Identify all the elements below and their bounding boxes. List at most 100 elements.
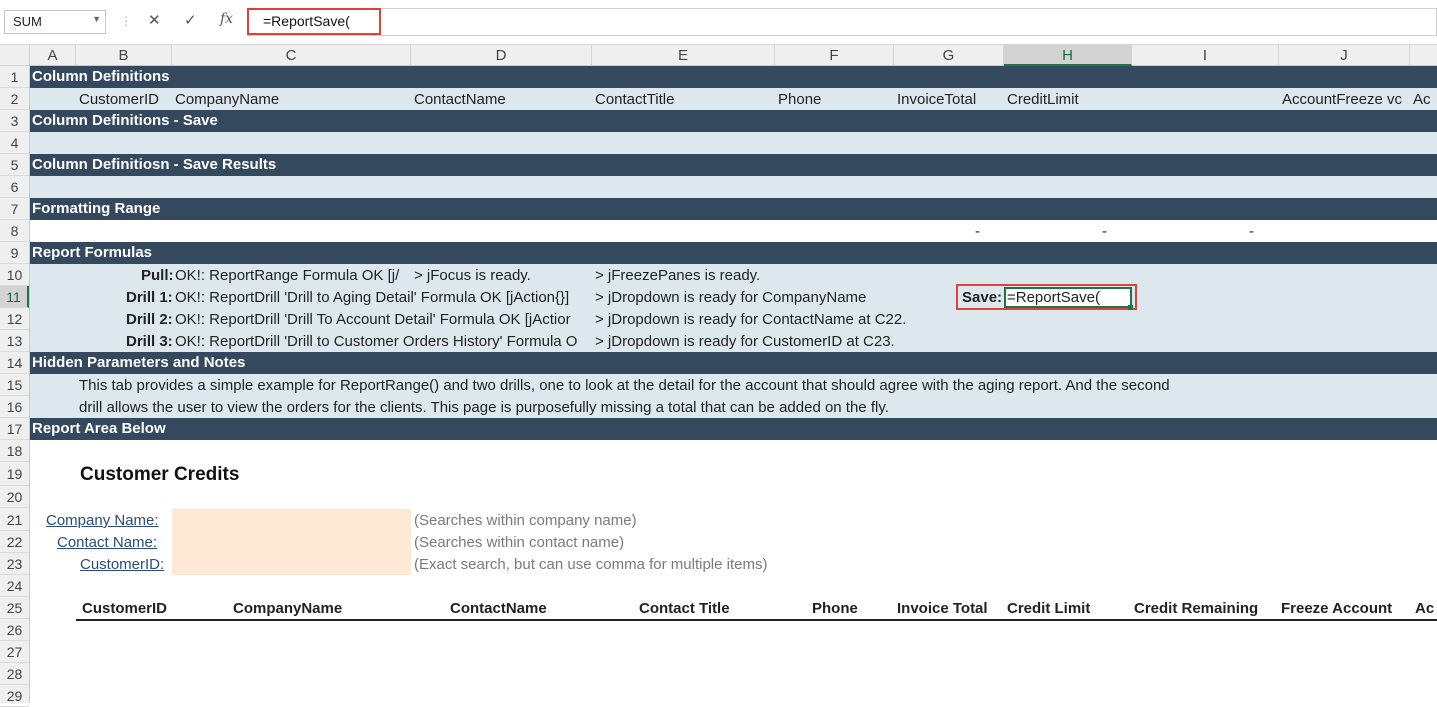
table-header-overflow[interactable]: Ac	[1415, 600, 1434, 617]
table-header-credit-limit[interactable]: Credit Limit	[1007, 600, 1090, 617]
col-def-accountfreeze[interactable]: AccountFreeze vc	[1282, 91, 1402, 108]
col-def-overflow[interactable]: Ac	[1413, 91, 1431, 108]
column-header-a[interactable]: A	[30, 45, 76, 66]
row-header[interactable]: 29	[0, 685, 29, 707]
row-header[interactable]: 28	[0, 663, 29, 685]
row-header[interactable]: 12	[0, 308, 29, 330]
row-header[interactable]: 27	[0, 641, 29, 663]
notes-line-1[interactable]: This tab provides a simple example for R…	[79, 377, 1170, 394]
company-name-input[interactable]	[172, 509, 411, 531]
table-header-freeze-account[interactable]: Freeze Account	[1281, 600, 1392, 617]
row-header[interactable]: 5	[0, 154, 29, 176]
section-title: Column Definitions	[32, 68, 170, 85]
section-band: Report Area Below	[30, 418, 1437, 440]
section-title: Column Definitiosn - Save Results	[32, 156, 277, 173]
drill3-status[interactable]: OK!: ReportDrill 'Drill to Customer Orde…	[175, 333, 593, 350]
table-header-customerid[interactable]: CustomerID	[82, 600, 167, 617]
col-def-companyname[interactable]: CompanyName	[175, 91, 279, 108]
section-band: Column Definitiosn - Save Results	[30, 154, 1437, 176]
row-header[interactable]: 16	[0, 396, 29, 418]
row-header[interactable]: 4	[0, 132, 29, 154]
name-box-value: SUM	[13, 14, 42, 29]
formula-highlight-box	[247, 8, 381, 35]
name-box[interactable]: SUM ▼	[4, 10, 106, 34]
format-dash-h[interactable]: -	[1102, 223, 1107, 240]
table-header-phone[interactable]: Phone	[812, 600, 858, 617]
cancel-icon[interactable]: ✕	[148, 11, 161, 29]
table-header-contactname[interactable]: ContactName	[450, 600, 547, 617]
empty-band-row	[30, 176, 1437, 198]
column-header-f[interactable]: F	[775, 45, 894, 66]
row-header[interactable]: 10	[0, 264, 29, 286]
customerid-link[interactable]: CustomerID:	[80, 556, 164, 573]
row-header[interactable]: 14	[0, 352, 29, 374]
customerid-input[interactable]	[172, 553, 411, 575]
section-title: Formatting Range	[32, 200, 161, 217]
drill1-status[interactable]: OK!: ReportDrill 'Drill to Aging Detail'…	[175, 289, 593, 306]
drill2-status[interactable]: OK!: ReportDrill 'Drill To Account Detai…	[175, 311, 593, 328]
column-header-b[interactable]: B	[76, 45, 172, 66]
drag-handle-icon[interactable]: ⋮	[120, 14, 132, 28]
section-band: Hidden Parameters and Notes	[30, 352, 1437, 374]
insert-function-icon[interactable]: fx	[220, 11, 233, 27]
col-def-creditlimit[interactable]: CreditLimit	[1007, 91, 1079, 108]
format-dash-g[interactable]: -	[975, 223, 980, 240]
enter-check-icon[interactable]: ✓	[184, 11, 197, 29]
company-name-link[interactable]: Company Name:	[46, 512, 159, 529]
column-header-i[interactable]: I	[1132, 45, 1279, 66]
row-header[interactable]: 1	[0, 66, 29, 88]
contact-name-link[interactable]: Contact Name:	[57, 534, 157, 551]
table-header-contact-title[interactable]: Contact Title	[639, 600, 730, 617]
drill1-dropdown-status[interactable]: > jDropdown is ready for CompanyName	[595, 289, 866, 306]
col-def-customerid[interactable]: CustomerID	[79, 91, 159, 108]
col-def-invoicetotal[interactable]: InvoiceTotal	[897, 91, 976, 108]
pull-status[interactable]: OK!: ReportRange Formula OK [j/	[175, 267, 412, 284]
section-title: Hidden Parameters and Notes	[32, 354, 246, 371]
empty-band-row	[30, 132, 1437, 154]
table-header-invoice-total[interactable]: Invoice Total	[897, 600, 988, 617]
row-header[interactable]: 2	[0, 88, 29, 110]
table-header-companyname[interactable]: CompanyName	[233, 600, 342, 617]
section-band: Column Definitions - Save	[30, 110, 1437, 132]
format-dash-i[interactable]: -	[1249, 223, 1254, 240]
column-header-e[interactable]: E	[592, 45, 775, 66]
row-header[interactable]: 24	[0, 575, 29, 597]
drill3-dropdown-status[interactable]: > jDropdown is ready for CustomerID at C…	[595, 333, 895, 350]
company-name-hint: (Searches within company name)	[414, 512, 637, 529]
col-def-phone[interactable]: Phone	[778, 91, 821, 108]
column-header-c[interactable]: C	[172, 45, 411, 66]
col-def-contactname[interactable]: ContactName	[414, 91, 506, 108]
table-header-credit-remaining[interactable]: Credit Remaining	[1134, 600, 1258, 617]
formula-input[interactable]: =ReportSave(	[247, 8, 1437, 36]
row-header[interactable]: 21	[0, 509, 29, 531]
column-header-d[interactable]: D	[411, 45, 592, 66]
fill-handle[interactable]	[1128, 305, 1133, 310]
row-header[interactable]: 6	[0, 176, 29, 198]
pull-freeze-status[interactable]: > jFreezePanes is ready.	[595, 267, 760, 284]
column-header-h[interactable]: H	[1004, 45, 1132, 66]
row-header[interactable]: 25	[0, 597, 29, 619]
drill2-dropdown-status[interactable]: > jDropdown is ready for ContactName at …	[595, 311, 906, 328]
row-header[interactable]: 13	[0, 330, 29, 352]
row-header[interactable]: 18	[0, 440, 29, 462]
row-header[interactable]: 8	[0, 220, 29, 242]
row-header[interactable]: 3	[0, 110, 29, 132]
row-header[interactable]: 15	[0, 374, 29, 396]
column-header-j[interactable]: J	[1279, 45, 1410, 66]
row-header[interactable]: 7	[0, 198, 29, 220]
column-header-g[interactable]: G	[894, 45, 1004, 66]
select-all-corner[interactable]	[0, 45, 30, 66]
contact-name-input[interactable]	[172, 531, 411, 553]
pull-focus-status[interactable]: > jFocus is ready.	[414, 267, 531, 284]
row-header[interactable]: 19	[0, 462, 29, 486]
chevron-down-icon[interactable]: ▼	[92, 14, 101, 24]
row-header[interactable]: 11	[0, 286, 29, 308]
row-header[interactable]: 9	[0, 242, 29, 264]
row-header[interactable]: 22	[0, 531, 29, 553]
col-def-contacttitle[interactable]: ContactTitle	[595, 91, 674, 108]
notes-line-2[interactable]: drill allows the user to view the orders…	[79, 399, 889, 416]
row-header[interactable]: 17	[0, 418, 29, 440]
row-header[interactable]: 23	[0, 553, 29, 575]
row-header[interactable]: 26	[0, 619, 29, 641]
row-header[interactable]: 20	[0, 486, 29, 508]
